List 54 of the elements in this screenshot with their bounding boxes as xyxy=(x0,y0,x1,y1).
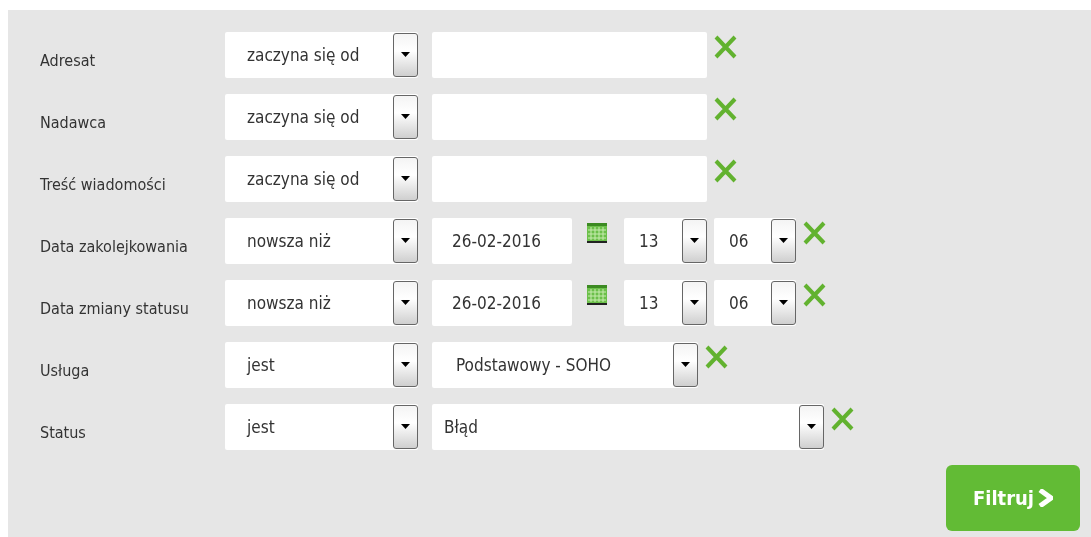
field-label: Data zmiany statusu xyxy=(40,298,190,318)
operator-select[interactable]: nowsza niż xyxy=(225,218,418,264)
caret-icon xyxy=(690,238,699,243)
value-select[interactable]: Błąd xyxy=(432,404,824,450)
operator-select[interactable]: zaczyna się od xyxy=(225,94,418,140)
caret-icon xyxy=(779,300,788,305)
field-label: Nadawca xyxy=(40,112,108,132)
dropdown-button[interactable] xyxy=(771,281,796,325)
caret-icon xyxy=(690,300,699,305)
dropdown-button[interactable] xyxy=(682,219,707,263)
value-select[interactable]: Podstawowy - SOHO xyxy=(432,342,698,388)
operator-select[interactable]: jest xyxy=(225,404,418,450)
date-field[interactable]: 26-02-2016 xyxy=(432,218,572,264)
dropdown-button[interactable] xyxy=(799,405,824,449)
operator-select[interactable]: nowsza niż xyxy=(225,280,418,326)
dropdown-button[interactable] xyxy=(393,405,418,449)
hour-select[interactable]: 13 xyxy=(624,280,707,326)
dropdown-button[interactable] xyxy=(682,281,707,325)
dropdown-button[interactable] xyxy=(673,343,698,387)
caret-icon xyxy=(401,362,410,367)
chevron-right-icon xyxy=(1038,489,1054,507)
dropdown-button[interactable] xyxy=(393,33,418,77)
calendar-icon[interactable] xyxy=(587,223,607,243)
caret-icon xyxy=(401,424,410,429)
dropdown-button[interactable] xyxy=(393,219,418,263)
field-label: Treść wiadomości xyxy=(40,174,167,194)
operator-select[interactable]: zaczyna się od xyxy=(225,32,418,78)
dropdown-button[interactable] xyxy=(771,219,796,263)
caret-icon xyxy=(681,362,690,367)
minute-select[interactable]: 06 xyxy=(714,280,796,326)
dropdown-button[interactable] xyxy=(393,343,418,387)
caret-icon xyxy=(401,238,410,243)
caret-icon xyxy=(779,238,788,243)
caret-icon xyxy=(807,424,816,429)
caret-icon xyxy=(401,114,410,119)
minute-select[interactable]: 06 xyxy=(714,218,796,264)
dropdown-button[interactable] xyxy=(393,281,418,325)
input-field[interactable] xyxy=(432,94,707,140)
date-field[interactable]: 26-02-2016 xyxy=(432,280,572,326)
operator-select[interactable]: zaczyna się od xyxy=(225,156,418,202)
input-field[interactable] xyxy=(432,32,707,78)
field-label: Status xyxy=(40,422,87,442)
caret-icon xyxy=(401,176,410,181)
dropdown-button[interactable] xyxy=(393,95,418,139)
operator-select[interactable]: jest xyxy=(225,342,418,388)
caret-icon xyxy=(401,300,410,305)
field-label: Data zakolejkowania xyxy=(40,236,189,256)
input-field[interactable] xyxy=(432,156,707,202)
calendar-icon[interactable] xyxy=(587,285,607,305)
field-label: Adresat xyxy=(40,50,97,70)
field-label: Usługa xyxy=(40,360,91,380)
caret-icon xyxy=(401,52,410,57)
hour-select[interactable]: 13 xyxy=(624,218,707,264)
dropdown-button[interactable] xyxy=(393,157,418,201)
